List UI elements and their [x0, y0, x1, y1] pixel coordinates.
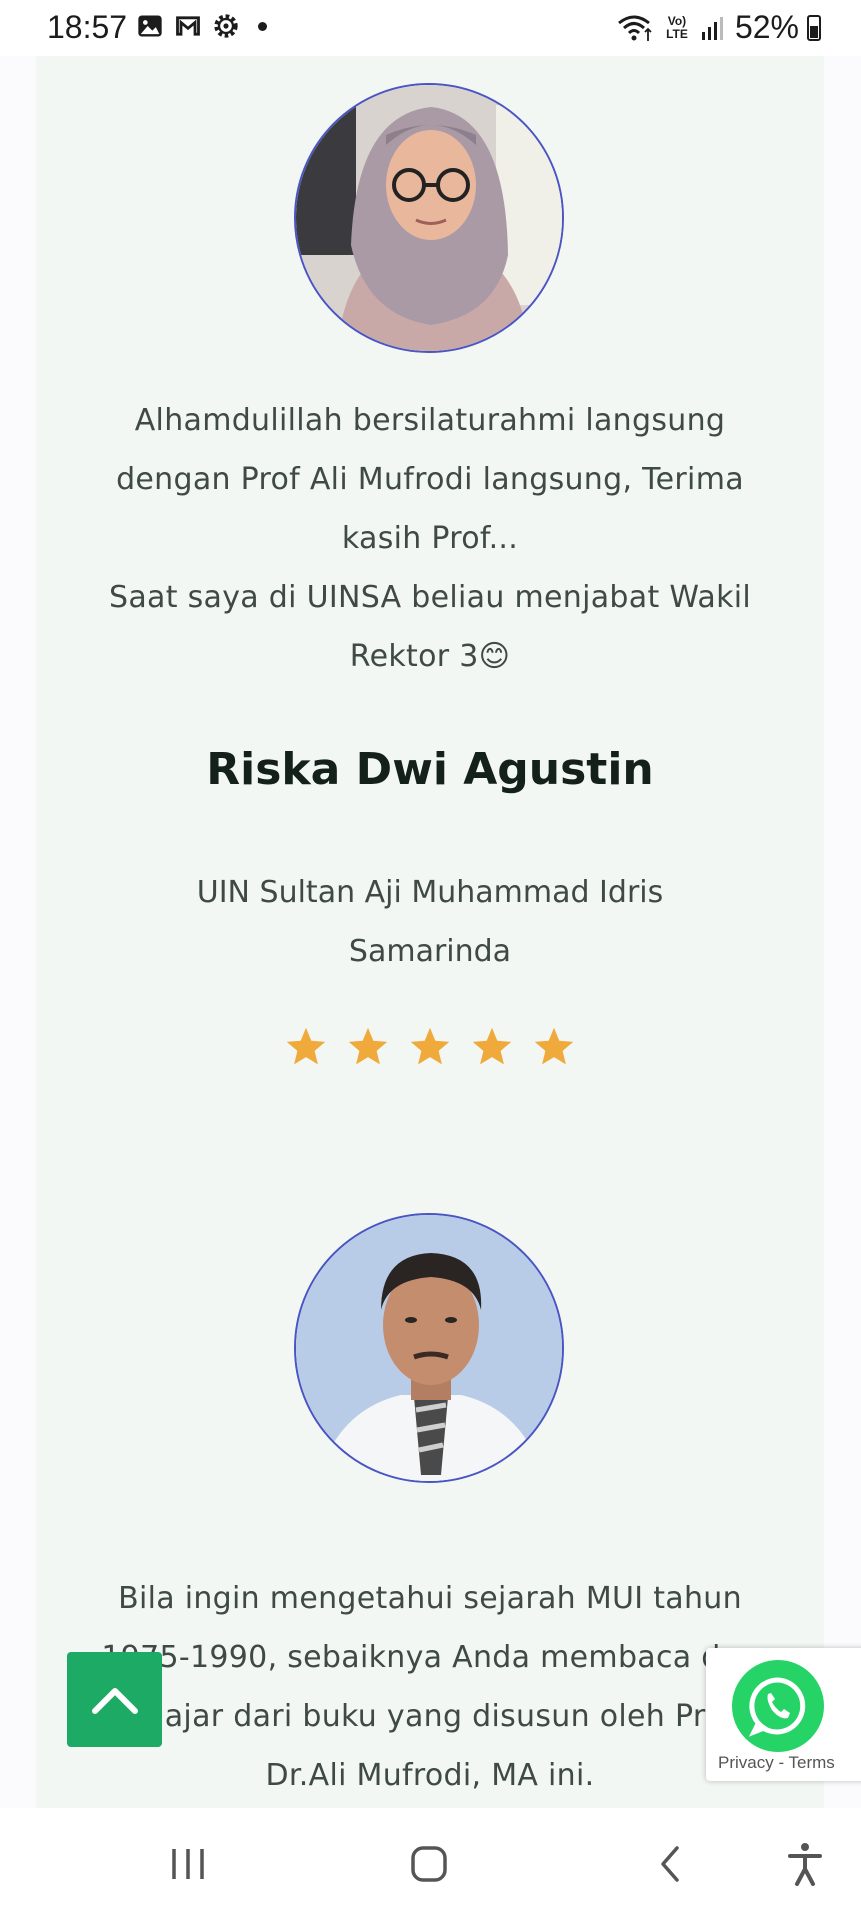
star-icon: [534, 1027, 574, 1065]
star-icon: [348, 1027, 388, 1065]
institution-line: Samarinda: [348, 934, 512, 969]
recaptcha-links[interactable]: Privacy - Terms: [718, 1753, 835, 1773]
quote-line: belajar dari buku yang disusun oleh Prof…: [118, 1699, 742, 1734]
status-time: 18:57: [47, 9, 128, 45]
scroll-to-top-button[interactable]: [67, 1652, 162, 1747]
testimonial-name: Riska Dwi Agustin: [206, 744, 654, 795]
star-icon: [410, 1027, 450, 1065]
home-icon: [411, 1846, 447, 1882]
system-icons: Vo) LTE 52%: [617, 9, 821, 46]
whatsapp-icon: [748, 1677, 806, 1737]
recent-apps-icon: [172, 1849, 204, 1879]
more-notifications-dot: [258, 22, 267, 31]
quote-line: Saat saya di UINSA beliau menjabat Wakil: [108, 580, 752, 615]
quote-line: Bila ingin mengetahui sejarah MUI tahun: [118, 1581, 742, 1616]
battery-icon: [807, 14, 821, 41]
quote-line: 1975-1990, sebaiknya Anda membaca dan: [101, 1640, 759, 1675]
home-button[interactable]: [399, 1836, 459, 1892]
quote-line: Dr.Ali Mufrodi, MA ini.: [265, 1758, 595, 1793]
back-icon: [661, 1846, 679, 1882]
testimonial-institution: UIN Sultan Aji Muhammad Idris Samarinda: [96, 863, 764, 981]
quote-line: Alhamdulillah bersilaturahmi langsung: [134, 403, 726, 438]
status-bar: 18:57 Vo) LTE 52%: [0, 0, 861, 56]
star-icon: [472, 1027, 512, 1065]
avatar-ali-mufrodi: [294, 1213, 564, 1483]
android-nav-bar: [0, 1808, 861, 1920]
signal-icon: [701, 16, 723, 40]
gallery-icon: [138, 15, 162, 37]
accessibility-button[interactable]: [775, 1836, 835, 1892]
recent-apps-button[interactable]: [158, 1836, 218, 1892]
quote-line: dengan Prof Ali Mufrodi langsung, Terima: [116, 462, 744, 497]
avatar-riska: [294, 83, 564, 353]
whatsapp-button[interactable]: [732, 1660, 824, 1752]
settings-icon: [214, 14, 238, 38]
chevron-up-icon: [91, 1687, 138, 1714]
testimonial-quote: Bila ingin mengetahui sejarah MUI tahun …: [76, 1569, 784, 1805]
notification-icons: [136, 12, 240, 40]
wifi-icon: [618, 15, 652, 41]
quote-line: kasih Prof...: [341, 521, 519, 556]
institution-line: UIN Sultan Aji Muhammad Idris: [196, 875, 664, 910]
volte-icon: Vo) LTE: [666, 13, 688, 41]
testimonial-quote: Alhamdulillah bersilaturahmi langsung de…: [76, 391, 784, 686]
star-icon: [286, 1027, 326, 1065]
screen: 18:57 Vo) LTE 52% Alhamdulillah bersilat…: [0, 0, 861, 1920]
testimonials-section: Alhamdulillah bersilaturahmi langsung de…: [36, 56, 824, 1808]
back-button[interactable]: [640, 1836, 700, 1892]
quote-line: Rektor 3😊: [349, 639, 511, 674]
battery-percent: 52%: [734, 9, 799, 45]
gmail-icon: [176, 16, 200, 36]
accessibility-icon: [788, 1843, 822, 1886]
rating-stars: [36, 1025, 824, 1069]
